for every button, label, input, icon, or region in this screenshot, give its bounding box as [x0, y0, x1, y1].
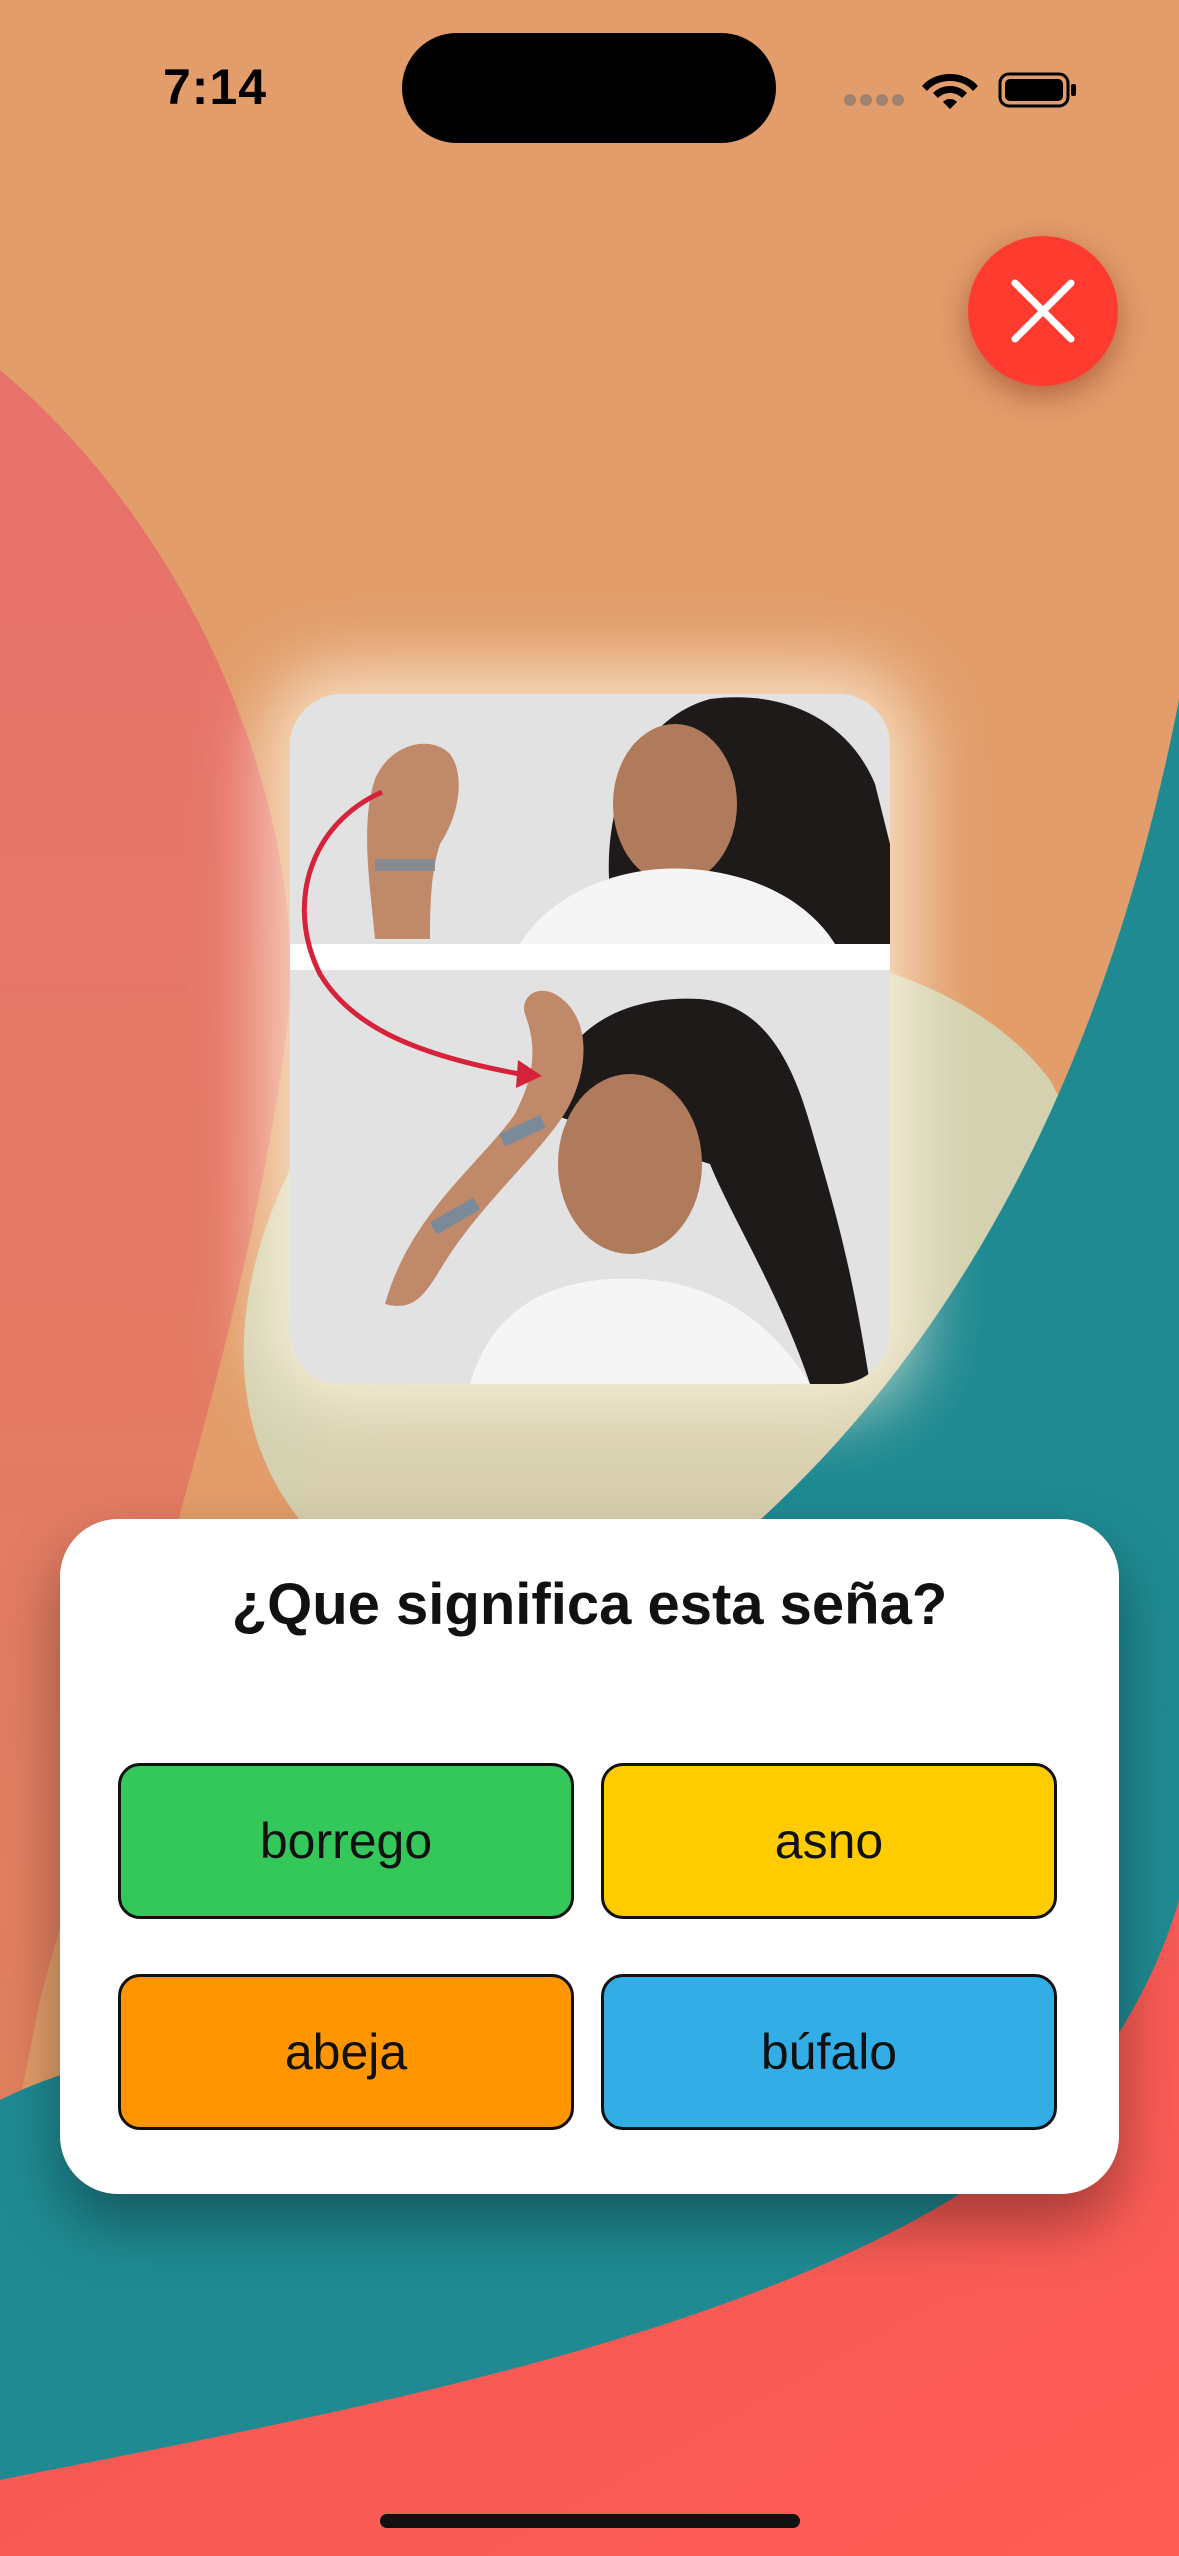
answer-button-bufalo[interactable]: búfalo	[601, 1974, 1057, 2130]
answer-label: búfalo	[760, 2024, 898, 2080]
sign-language-photo	[290, 694, 890, 1384]
answer-button-asno[interactable]: asno	[601, 1763, 1057, 1919]
home-indicator[interactable]	[380, 2514, 800, 2528]
answer-button-borrego[interactable]: borrego	[118, 1763, 574, 1919]
close-icon	[1011, 279, 1075, 343]
status-time: 7:14	[163, 59, 268, 115]
quiz-card: ¿Que significa esta seña? borrego asno a…	[60, 1519, 1119, 2194]
question-title: ¿Que significa esta seña?	[231, 1572, 948, 1637]
answer-button-abeja[interactable]: abeja	[118, 1974, 574, 2130]
status-bar: 7:14	[0, 0, 1179, 150]
dynamic-island	[402, 33, 776, 143]
cellular-signal-icon	[844, 94, 904, 106]
status-icons	[844, 72, 1076, 109]
answer-label: asno	[774, 1813, 884, 1869]
close-button[interactable]	[968, 236, 1118, 386]
answer-label: abeja	[284, 2024, 408, 2080]
battery-icon	[998, 72, 1076, 108]
wifi-icon	[922, 74, 978, 109]
answer-label: borrego	[259, 1813, 433, 1869]
sign-image-card	[290, 694, 890, 1384]
